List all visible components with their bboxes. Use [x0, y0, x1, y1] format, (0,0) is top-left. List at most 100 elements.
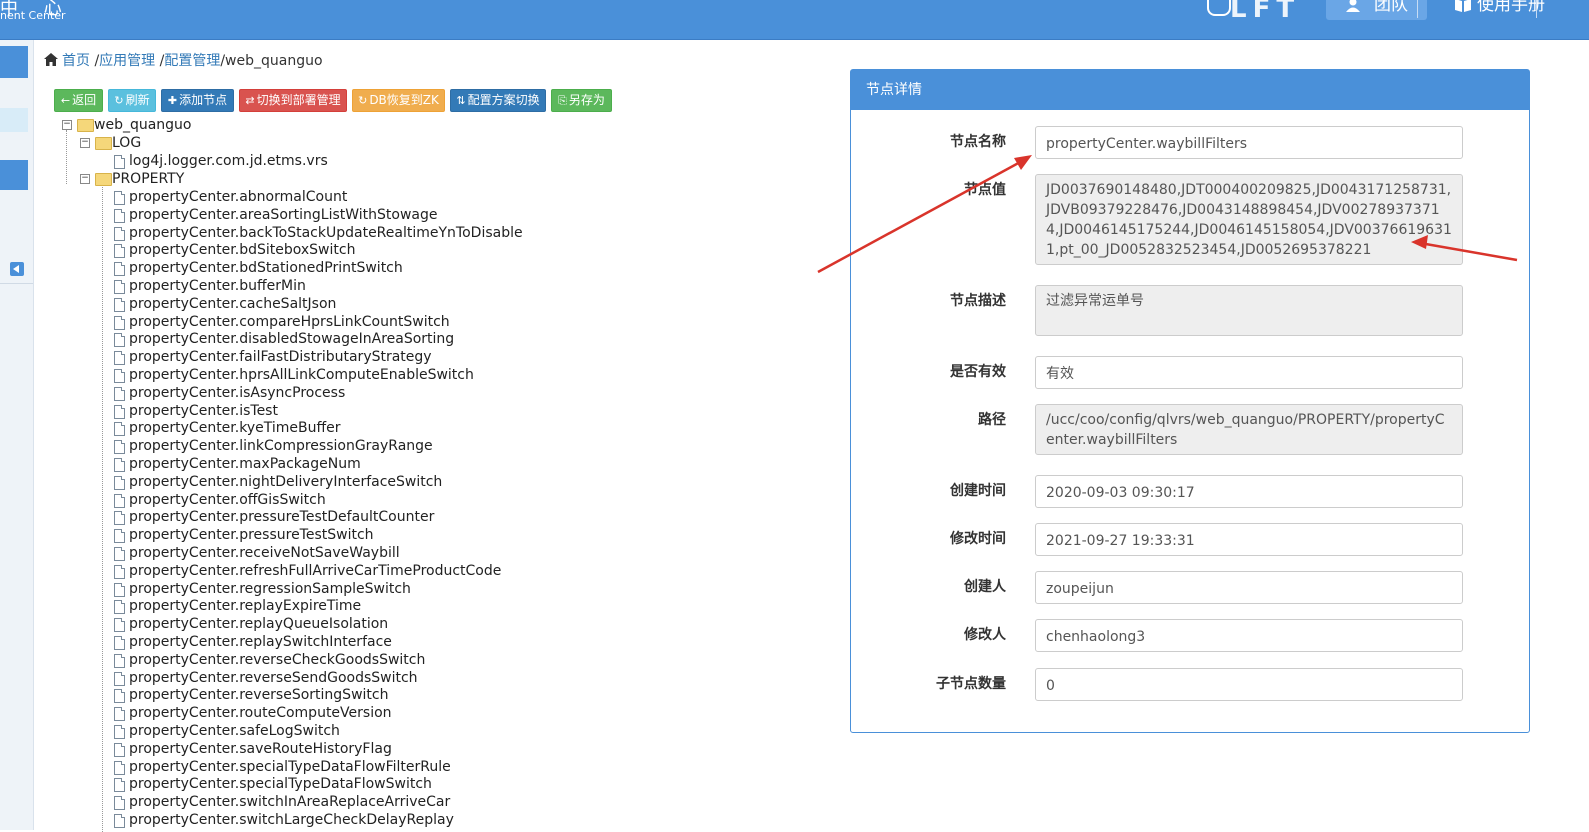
folder-open-icon — [95, 137, 112, 150]
breadcrumb-home[interactable]: 首页 — [62, 53, 90, 69]
scheme-switch-label: 配置方案切换 — [467, 93, 540, 107]
file-icon — [114, 725, 125, 739]
team-label: 团队 — [1374, 0, 1408, 15]
nav-divider — [1417, 0, 1418, 18]
file-icon — [114, 191, 125, 205]
brand-logo: LFT — [1230, 0, 1301, 24]
plus-icon: ✚ — [167, 94, 178, 107]
tree-leaf-label: propertyCenter.isTest — [129, 402, 278, 419]
sidebar-item[interactable] — [0, 46, 28, 78]
team-button[interactable]: 团队 — [1326, 0, 1427, 20]
refresh-icon: ↻ — [114, 94, 124, 107]
tree-guide-line — [102, 182, 103, 832]
add-node-button[interactable]: ✚ 添加节点 — [161, 89, 234, 112]
file-icon — [114, 458, 125, 472]
brand-logo-icon — [1207, 0, 1231, 16]
tree-leaf-label: propertyCenter.switchLargeCheckDelayRepl… — [129, 812, 454, 828]
left-sidebar — [0, 40, 34, 830]
tree-leaf-label: propertyCenter.offGisSwitch — [129, 491, 326, 508]
breadcrumb-config-manage[interactable]: 配置管理 — [164, 53, 220, 69]
panel-title: 节点详情 — [866, 82, 922, 98]
refresh-label: 刷新 — [125, 93, 150, 107]
tree-leaf-label: propertyCenter.failFastDistributaryStrat… — [129, 349, 432, 366]
db-restore-label: DB恢复到ZK — [369, 93, 439, 107]
arrow-left-icon: ← — [60, 94, 71, 107]
file-icon — [114, 386, 125, 401]
modifier-field[interactable]: chenhaolong3 — [1035, 619, 1463, 652]
file-icon — [114, 529, 125, 544]
exchange-icon: ⇄ — [245, 94, 255, 107]
tree-leaf-label: propertyCenter.nightDeliveryInterfaceSwi… — [129, 473, 443, 490]
file-icon — [114, 262, 125, 277]
folder-open-icon — [77, 119, 94, 132]
back-label: 返回 — [72, 93, 97, 107]
tree-leaf-label: propertyCenter.areaSortingListWithStowag… — [129, 206, 438, 223]
field-label-node-value: 节点值 — [964, 182, 1006, 198]
save-as-button[interactable]: ⎘ 另存为 — [551, 89, 612, 112]
node-name-input[interactable]: propertyCenter.waybillFilters — [1035, 126, 1463, 159]
file-icon — [114, 760, 125, 775]
tree-leaf-label: propertyCenter.backToStackUpdateRealtime… — [129, 224, 523, 241]
file-icon — [114, 244, 125, 259]
collapse-icon[interactable]: − — [62, 120, 72, 130]
sidebar-item[interactable] — [0, 108, 28, 132]
file-icon — [114, 671, 125, 686]
file-icon — [114, 422, 125, 437]
file-icon — [114, 493, 125, 508]
tree-folder-label: PROPERTY — [112, 171, 185, 187]
nav-divider — [1536, 0, 1537, 18]
collapse-sidebar-icon[interactable] — [10, 262, 24, 276]
file-icon — [114, 369, 125, 383]
tree-folder-label: LOG — [112, 135, 142, 151]
valid-select[interactable]: 有效 — [1035, 356, 1463, 389]
tree-leaf-label: propertyCenter.replaySwitchInterface — [129, 634, 392, 650]
collapse-icon[interactable]: − — [80, 174, 90, 184]
back-button[interactable]: ← 返回 — [54, 89, 103, 112]
path-field[interactable]: /ucc/coo/config/qlvrs/web_quanguo/PROPER… — [1035, 404, 1463, 455]
file-icon — [114, 689, 125, 704]
switch-deploy-button[interactable]: ⇄ 切换到部署管理 — [239, 89, 347, 112]
tree-leaf-label: propertyCenter.specialTypeDataFlowSwitch — [129, 776, 432, 793]
tree-leaf-label: propertyCenter.hprsAllLinkComputeEnableS… — [129, 367, 474, 383]
creator-field[interactable]: zoupeijun — [1035, 571, 1463, 604]
breadcrumb-current: /web_quanguo — [220, 53, 323, 69]
file-icon — [114, 547, 125, 561]
tree-leaf-label: propertyCenter.pressureTestDefaultCounte… — [129, 509, 435, 526]
switch-deploy-label: 切换到部署管理 — [256, 93, 341, 107]
field-label-modified-time: 修改时间 — [950, 531, 1006, 547]
tree-leaf-label: propertyCenter.reverseSendGoodsSwitch — [129, 669, 418, 686]
collapse-icon[interactable]: − — [80, 138, 90, 148]
field-label-creator: 创建人 — [964, 579, 1006, 595]
tree-leaf-label: propertyCenter.pressureTestSwitch — [129, 527, 374, 544]
file-icon — [114, 814, 125, 828]
tree-leaf-label: propertyCenter.linkCompressionGrayRange — [129, 438, 433, 455]
modified-time-field[interactable]: 2021-09-27 19:33:31 — [1035, 523, 1463, 556]
tree-leaf-label: propertyCenter.specialTypeDataFlowFilter… — [129, 758, 451, 775]
file-icon — [114, 742, 125, 757]
top-navbar: 中 心 nent Center LFT 团队 使用手册 — [0, 0, 1589, 40]
tree-leaf-label: propertyCenter.saveRouteHistoryFlag — [129, 740, 392, 757]
tree-leaf-label: propertyCenter.reverseCheckGoodsSwitch — [129, 651, 426, 668]
node-desc-textarea[interactable]: 过滤异常运单号 — [1035, 285, 1463, 336]
scheme-switch-button[interactable]: ⇅ 配置方案切换 — [450, 89, 546, 112]
file-icon — [114, 475, 125, 490]
save-as-label: 另存为 — [568, 93, 605, 107]
tree-leaf-label: propertyCenter.refreshFullArriveCarTimeP… — [129, 562, 502, 579]
file-icon — [114, 582, 125, 597]
file-icon — [114, 333, 125, 348]
tree-leaf-label: propertyCenter.safeLogSwitch — [129, 723, 340, 739]
file-icon — [114, 297, 125, 312]
sidebar-item[interactable] — [0, 160, 28, 190]
db-restore-button[interactable]: ↻ DB恢复到ZK — [352, 89, 445, 112]
node-value-textarea[interactable]: JD0037690148480,JDT000400209825,JD004317… — [1035, 174, 1463, 265]
breadcrumb-app-manage[interactable]: 应用管理 — [99, 53, 155, 69]
sort-icon: ⇅ — [456, 94, 466, 107]
refresh-button[interactable]: ↻ 刷新 — [108, 89, 156, 112]
file-icon — [114, 564, 125, 579]
file-icon — [114, 208, 125, 223]
created-time-field[interactable]: 2020-09-03 09:30:17 — [1035, 475, 1463, 508]
tree-leaf-label: log4j.logger.com.jd.etms.vrs — [129, 153, 328, 169]
file-icon — [114, 511, 125, 526]
child-count-field[interactable]: 0 — [1035, 668, 1463, 701]
node-detail-panel: 节点详情 节点名称 propertyCenter.waybillFilters … — [850, 69, 1530, 733]
